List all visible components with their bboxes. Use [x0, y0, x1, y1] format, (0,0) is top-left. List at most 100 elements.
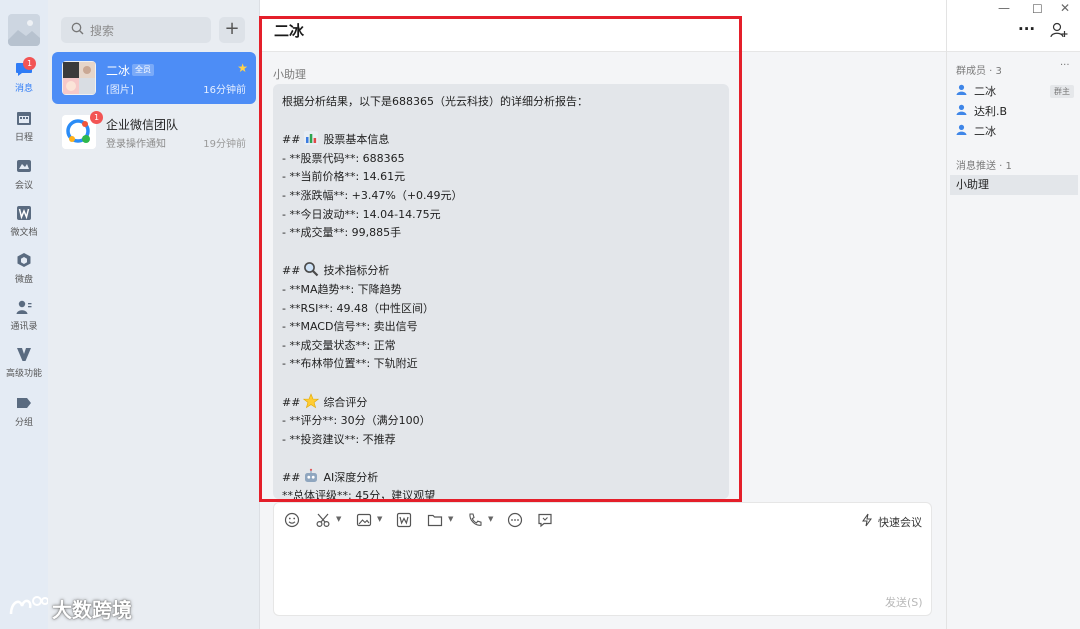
conversation-time: 19分钟前	[203, 139, 246, 150]
message-line: - **MA趋势**: 下降趋势	[282, 282, 402, 296]
star-icon: ★	[237, 61, 248, 75]
send-button[interactable]: 发送(S)	[885, 594, 923, 610]
magnifier-icon	[303, 261, 319, 277]
rail-label: 微盘	[14, 275, 33, 285]
rail-item-meeting[interactable]: 会议	[0, 153, 48, 197]
conversation-name: 二冰	[106, 64, 131, 78]
phone-icon[interactable]	[467, 512, 483, 528]
more-options-icon[interactable]: ···	[1018, 20, 1035, 38]
message-line: - **布林带位置**: 下轨附近	[282, 357, 418, 371]
chevron-down-icon[interactable]: ▼	[336, 515, 341, 523]
message-heading: ## AI深度分析	[282, 468, 720, 488]
member-item[interactable]: 二冰	[956, 123, 996, 139]
rail-label: 分组	[14, 418, 33, 428]
search-input[interactable]: 搜索	[61, 17, 211, 43]
conversation-name: 企业微信团队	[106, 118, 179, 132]
minimize-icon[interactable]: —	[998, 1, 1010, 15]
rail-item-messages[interactable]: 1 消息	[0, 56, 48, 100]
rail-item-contacts[interactable]: 通讯录	[0, 294, 48, 338]
message-bubble[interactable]: 根据分析结果，以下是688365（光云科技）的详细分析报告： ## 股票基本信息 …	[273, 84, 729, 499]
group-avatar	[62, 61, 96, 95]
chat-record-icon[interactable]	[537, 512, 553, 528]
conversation-list: 搜索 + 二冰 全员 ★ [图片] 16分钟前 1 企业微信团队 登录操作通知 …	[48, 0, 260, 629]
member-item[interactable]: 达利.B	[956, 103, 1007, 119]
message-heading: ## 股票基本信息	[282, 130, 720, 150]
lightning-icon	[860, 513, 874, 530]
push-header: 消息推送 · 1	[956, 161, 1012, 172]
chat-area: 二冰 小助理 根据分析结果，以下是688365（光云科技）的详细分析报告： ##…	[260, 0, 946, 629]
rail-item-groups[interactable]: 分组	[0, 390, 48, 434]
message-line: - **涨跌幅**: +3.47%（+0.49元）	[282, 188, 463, 202]
rail-item-docs[interactable]: 微文档	[0, 200, 48, 244]
maximize-icon[interactable]: ☐	[1032, 2, 1043, 16]
message-line: - **当前价格**: 14.61元	[282, 170, 406, 184]
message-line: - **成交量状态**: 正常	[282, 338, 396, 352]
rail-label: 日程	[14, 133, 33, 143]
message-heading: ## 技术指标分析	[282, 261, 720, 281]
add-member-icon[interactable]	[1050, 21, 1068, 42]
conversation-time: 16分钟前	[203, 85, 246, 96]
group-tag-icon	[15, 394, 33, 412]
bar-chart-icon	[303, 130, 319, 146]
conversation-item[interactable]: 1 企业微信团队 登录操作通知 19分钟前	[52, 106, 256, 158]
message-line: - **今日波动**: 14.04-14.75元	[282, 207, 441, 221]
message-line: - **MACD信号**: 卖出信号	[282, 320, 418, 334]
search-icon	[71, 22, 84, 38]
members-header: 群成员 · 3	[956, 66, 1002, 77]
more-circle-icon[interactable]	[507, 512, 523, 528]
add-button[interactable]: +	[219, 17, 245, 43]
doc-w-icon[interactable]	[396, 512, 412, 528]
quick-meeting-button[interactable]: 快速会议	[860, 513, 922, 530]
close-icon[interactable]: ✕	[1060, 1, 1070, 15]
rail-label: 消息	[14, 84, 33, 94]
member-name: 达利.B	[974, 105, 1008, 118]
rail-label: 高级功能	[5, 369, 42, 379]
emoji-icon[interactable]	[284, 512, 300, 528]
chevron-down-icon[interactable]: ▼	[448, 515, 453, 523]
left-rail: 1 消息 日程 会议 微文档 微盘 通讯录 高级功能 分组	[0, 0, 48, 629]
watermark-text: 大数跨境	[52, 598, 132, 622]
folder-icon[interactable]	[427, 512, 443, 528]
rail-item-calendar[interactable]: 日程	[0, 105, 48, 149]
chat-header: 二冰	[260, 0, 946, 52]
watermark: 大数跨境	[8, 594, 132, 623]
message-line: - **RSI**: 49.48（中性区间）	[282, 301, 435, 315]
contacts-icon	[15, 298, 33, 316]
rail-item-advanced[interactable]: 高级功能	[0, 341, 48, 385]
rail-item-disk[interactable]: 微盘	[0, 247, 48, 291]
message-line: - **成交量**: 99,885手	[282, 226, 402, 240]
star-icon	[303, 392, 320, 409]
message-line: 根据分析结果，以下是688365（光云科技）的详细分析报告：	[282, 95, 588, 108]
user-avatar[interactable]	[8, 14, 40, 46]
doc-w-icon	[15, 204, 33, 222]
cloud-disk-icon	[15, 251, 33, 269]
search-placeholder: 搜索	[90, 23, 115, 38]
rail-label: 通讯录	[10, 322, 38, 332]
conversation-preview: [图片]	[106, 85, 134, 96]
message-sender: 小助理	[273, 68, 306, 81]
push-item[interactable]: 小助理	[950, 175, 1078, 195]
message-composer[interactable]: ▼ ▼ ▼ ▼ 快速会议 发送(S)	[273, 502, 932, 616]
members-more-icon[interactable]: ···	[1060, 60, 1070, 71]
rail-label: 微文档	[10, 228, 38, 238]
rail-badge: 1	[23, 57, 36, 70]
unread-badge: 1	[90, 111, 103, 124]
advanced-v-icon	[15, 345, 33, 363]
member-name: 二冰	[974, 125, 996, 138]
person-icon	[956, 84, 967, 98]
conversation-item[interactable]: 二冰 全员 ★ [图片] 16分钟前	[52, 52, 256, 104]
member-item[interactable]: 二冰	[956, 83, 996, 99]
chevron-down-icon[interactable]: ▼	[377, 515, 382, 523]
message-heading: ## 综合评分	[282, 392, 720, 413]
calendar-icon	[15, 109, 33, 127]
message-line: - **股票代码**: 688365	[282, 151, 405, 165]
person-icon	[956, 104, 967, 118]
chevron-down-icon[interactable]: ▼	[488, 515, 493, 523]
screenshot-scissors-icon[interactable]	[315, 512, 331, 528]
conversation-preview: 登录操作通知	[106, 139, 166, 150]
message-line: **总体评级**: 45分，建议观望	[282, 489, 436, 499]
image-icon[interactable]	[356, 512, 372, 528]
person-icon	[956, 124, 967, 138]
member-name: 二冰	[974, 85, 996, 98]
message-line: - **评分**: 30分（满分100）	[282, 414, 431, 428]
